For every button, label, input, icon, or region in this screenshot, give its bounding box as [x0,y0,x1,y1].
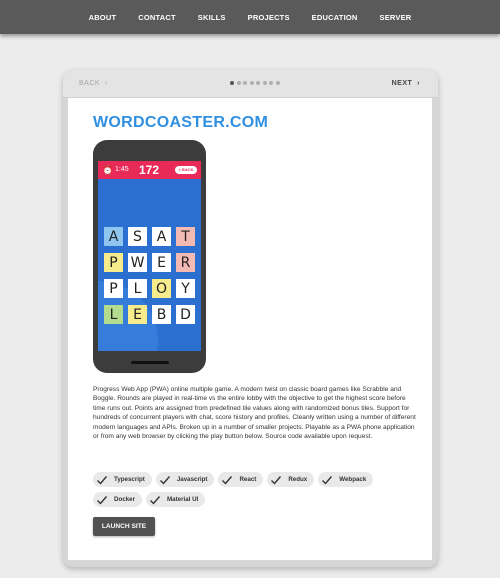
carousel-dot[interactable] [269,81,273,85]
tile-letter: P [109,281,118,297]
back-label: BACK [79,80,101,87]
letter-tile: D [176,305,195,324]
tech-tag: Typescript [93,472,152,487]
tile-letter: A [108,229,119,245]
tile-letter: E [157,255,166,271]
project-title[interactable]: WORDCOASTER.COM [93,114,268,132]
letter-tile: B [152,305,171,324]
checkmark-icon [222,475,233,485]
letter-tile: O [152,279,171,298]
nav-education[interactable]: EDUCATION [312,13,358,22]
tech-tag-label: Webpack [339,476,367,483]
letter-tile: E [152,253,171,272]
tech-tags: Typescript Javascript React Redux Webpack Doc… [93,472,413,507]
tech-tag: Material UI [145,492,206,507]
letter-tile: L [104,305,123,324]
tile-letter: T [181,229,190,245]
project-description: Progress Web App (PWA) online multiple g… [93,386,416,441]
tile-letter: O [155,281,168,297]
tile-letter: L [133,281,142,297]
letter-tile: W [128,253,147,272]
chevron-left-icon: ‹ [102,80,108,87]
tech-tag-label: Material UI [166,496,199,503]
letter-tile: Y [176,279,195,298]
tech-tag-label: Docker [114,496,135,503]
letter-tile: R [176,253,195,272]
letter-tile: A [104,227,123,246]
letter-tile: E [128,305,147,324]
nav-about[interactable]: ABOUT [89,13,117,22]
carousel-dot[interactable] [249,81,254,85]
tile-letter: A [156,229,167,245]
tile-letter: W [130,255,145,271]
next-button[interactable]: NEXT › [392,80,420,87]
tech-tag-label: React [239,476,257,483]
tile-letter: E [133,307,142,323]
phone-header: ⏰ 1:45 172 < BACK [98,161,201,179]
project-card: BACK ‹ NEXT › WORDCOASTER.COM ⏰ 1:45 172… [63,70,438,567]
chevron-right-icon: › [414,80,420,87]
checkmark-icon [159,475,170,485]
tech-tag: Webpack [318,472,374,487]
tile-letter: P [109,255,118,271]
checkmark-icon [322,475,333,485]
nav-skills[interactable]: SKILLS [198,13,226,22]
carousel-dot[interactable] [275,81,280,85]
checkmark-icon [97,495,108,505]
tech-tag: React [218,472,264,487]
carousel-dot[interactable] [230,81,234,85]
tech-tag: Javascript [155,472,215,487]
carousel-dot[interactable] [236,81,241,85]
tile-letter: B [156,307,167,323]
checkmark-icon [271,475,282,485]
tech-tag: Redux [267,472,315,487]
phone-mockup: ⏰ 1:45 172 < BACK ASATPWERPLOYLEBD [93,140,206,373]
nav-projects[interactable]: PROJECTS [248,13,290,22]
launch-site-button[interactable]: LAUNCH SITE [93,517,155,536]
checkmark-icon [149,495,161,505]
tile-letter: R [180,255,191,271]
tile-letter: L [109,307,118,323]
letter-tile: S [128,227,147,246]
letter-tile: L [128,279,147,298]
tech-tag: Docker [93,492,142,507]
nav-contact[interactable]: CONTACT [138,13,176,22]
letter-tile: T [176,227,195,246]
tile-letter: D [180,307,191,323]
tile-letter: S [133,229,142,245]
phone-score: 172 [139,163,160,177]
letter-tile: A [152,227,171,246]
phone-home-bar [131,361,169,364]
tech-tag-label: Javascript [176,476,208,483]
carousel-header: BACK ‹ NEXT › [63,70,438,98]
nav-server[interactable]: SERVER [380,13,412,22]
tile-letter: Y [181,281,190,297]
tech-tag-label: Redux [288,476,308,483]
letter-tile: P [104,279,123,298]
carousel-dots [230,81,280,85]
carousel-dot[interactable] [262,81,267,85]
card-body: WORDCOASTER.COM ⏰ 1:45 172 < BACK ASATPW… [68,98,432,560]
tech-tag-label: Typescript [114,476,145,483]
carousel-dot[interactable] [256,81,260,85]
phone-time: 1:45 [115,166,129,173]
back-button[interactable]: BACK ‹ [79,80,108,87]
carousel-dot[interactable] [243,81,247,85]
checkmark-icon [97,475,108,485]
alarm-clock-icon: ⏰ [102,165,114,175]
top-nav: ABOUT CONTACT SKILLS PROJECTS EDUCATION … [0,0,500,34]
phone-screen: ⏰ 1:45 172 < BACK ASATPWERPLOYLEBD [98,161,201,351]
phone-back-button: < BACK [175,166,197,174]
letter-tile: P [104,253,123,272]
next-label: NEXT [391,80,413,87]
